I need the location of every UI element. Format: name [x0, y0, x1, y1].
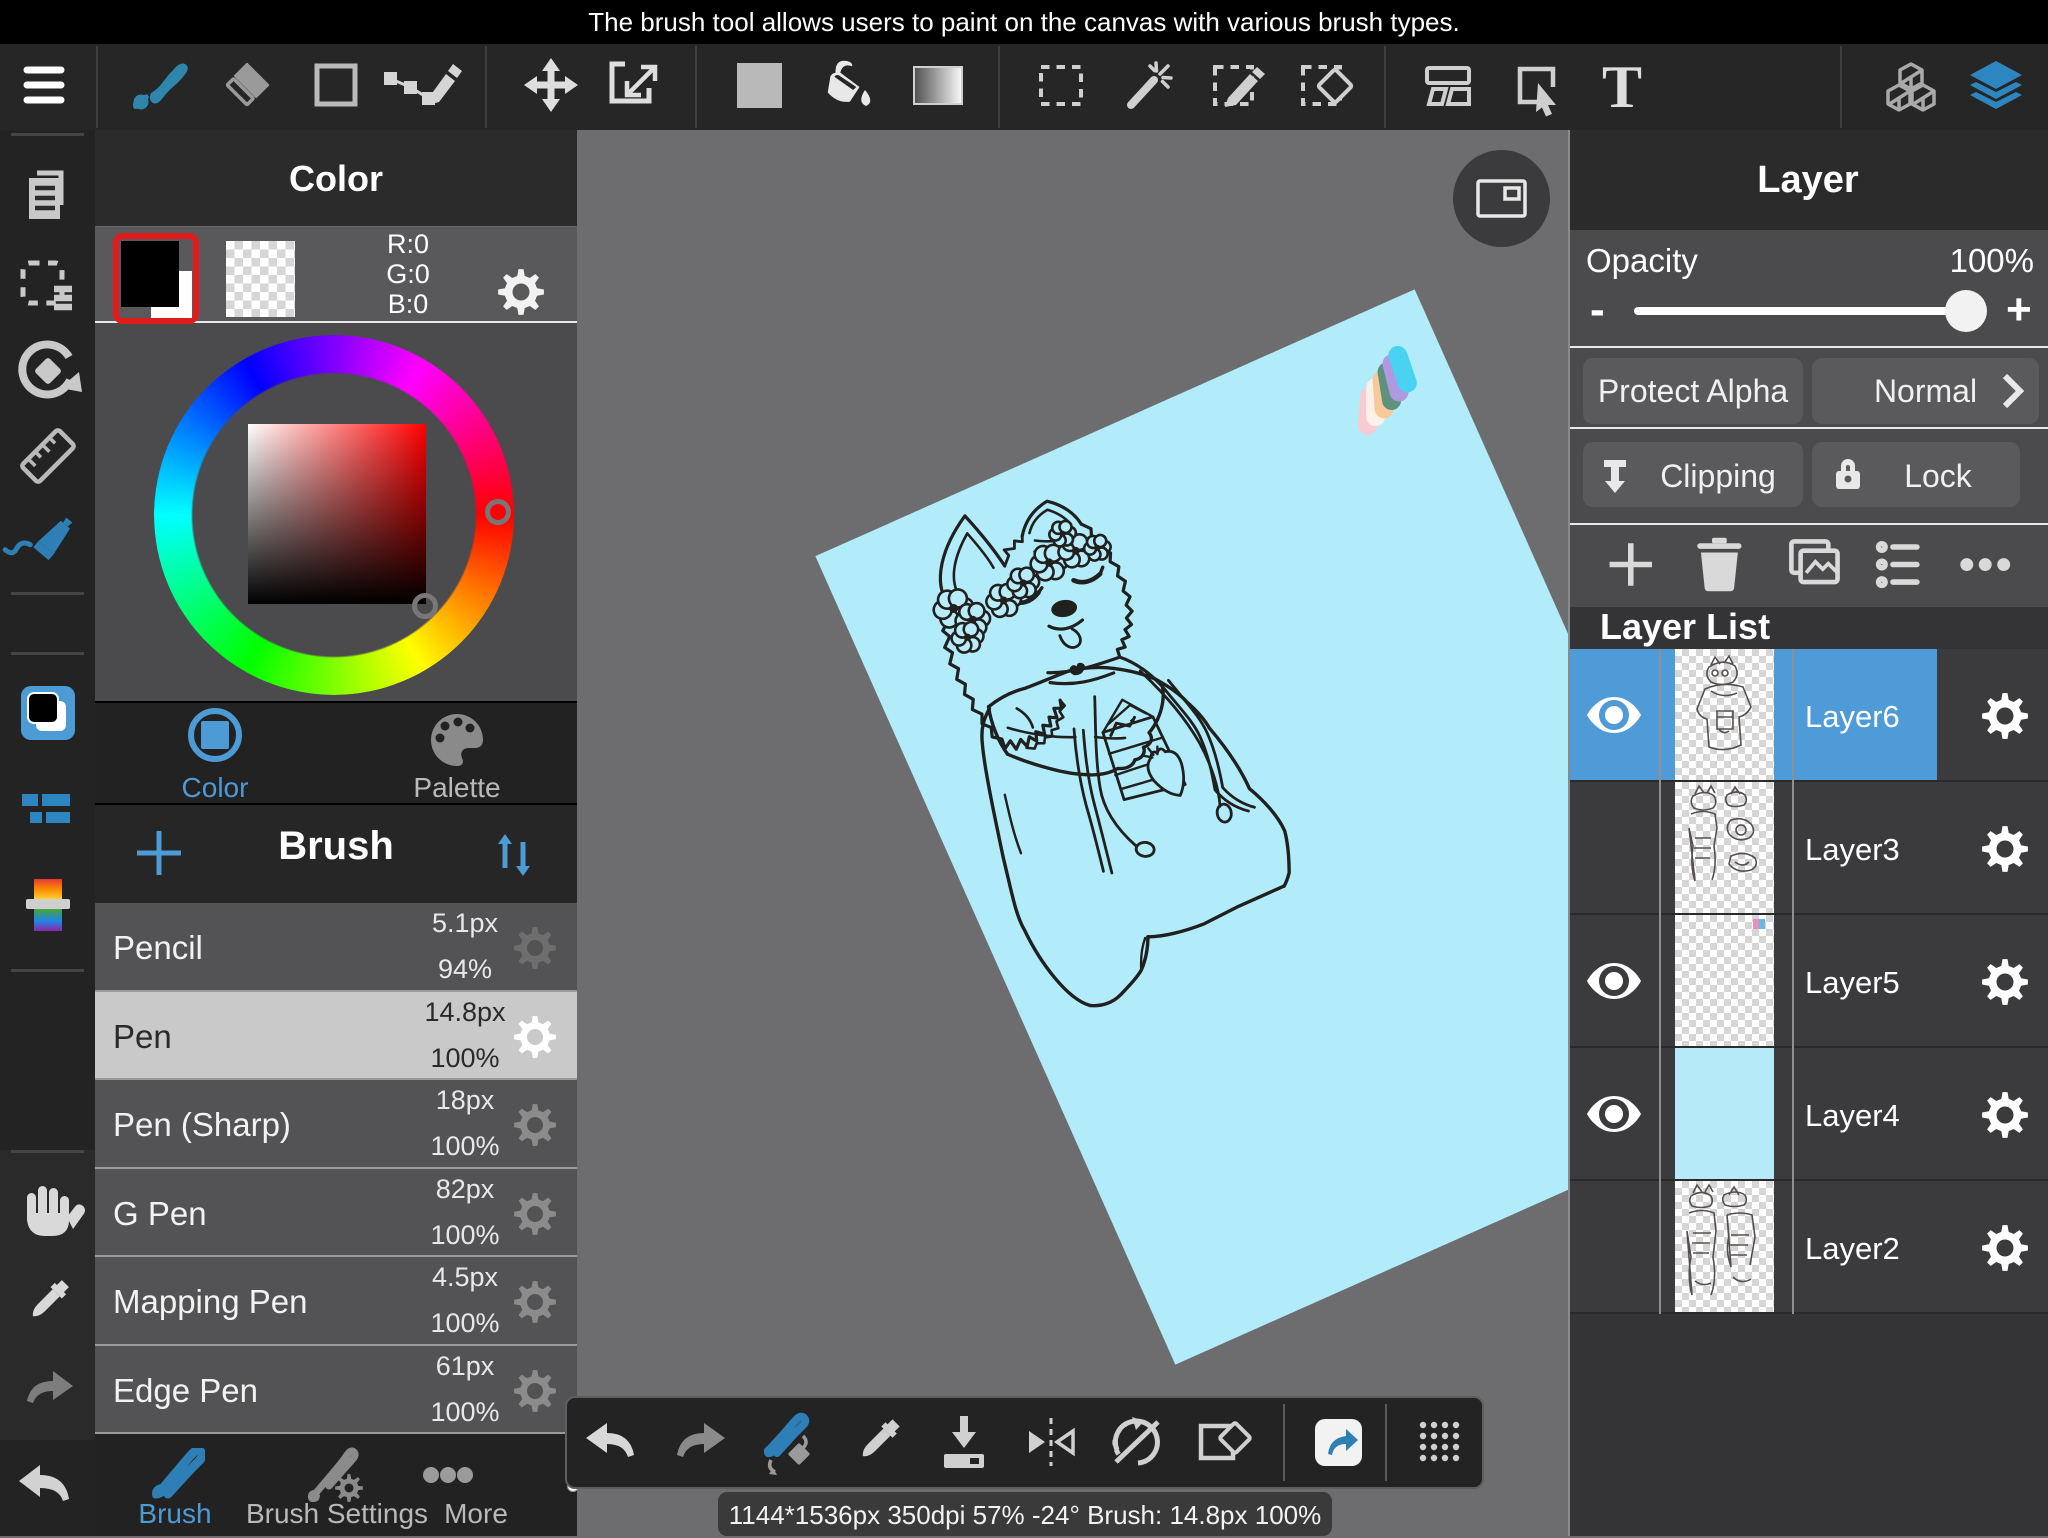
svg-text:T: T — [1602, 54, 1642, 120]
